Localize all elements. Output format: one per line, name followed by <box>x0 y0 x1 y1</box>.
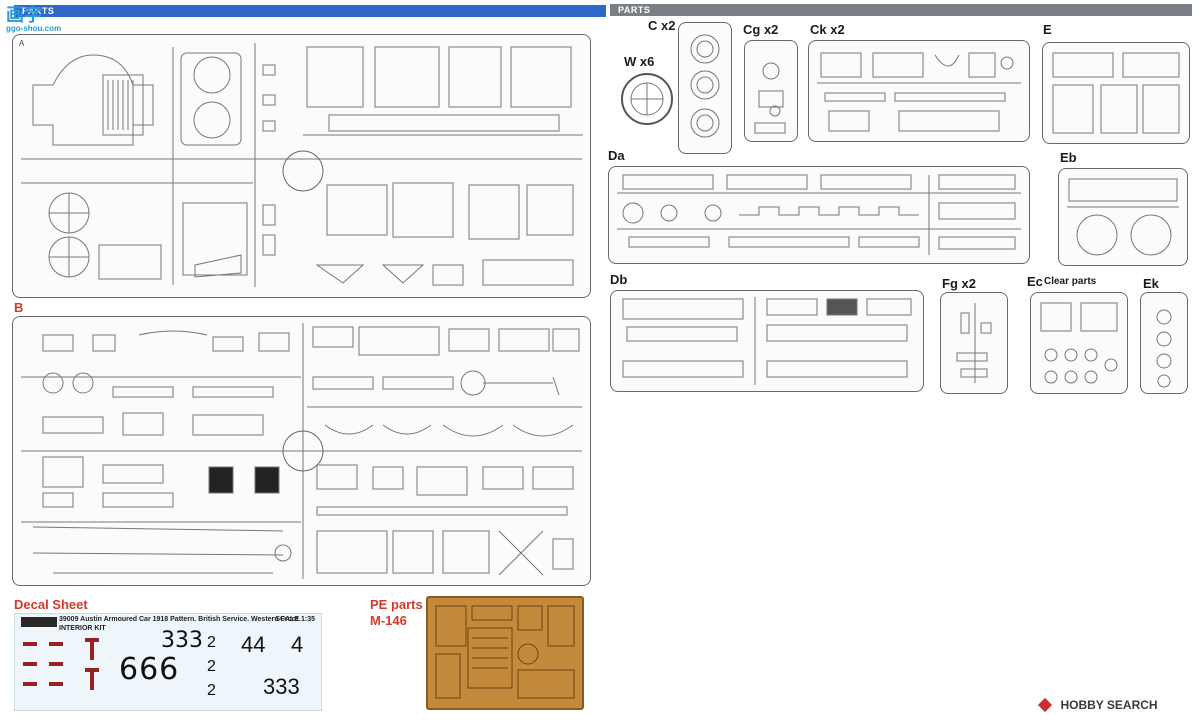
decal-header: 39009 Austin Armoured Car 1918 Pattern. … <box>59 616 301 623</box>
decal-number-2c: 2 <box>207 682 216 699</box>
sprue-cg-frame <box>744 40 798 142</box>
sprue-cg-label: Cg x2 <box>743 22 779 37</box>
decal-number-2a: 2 <box>207 634 216 651</box>
sprue-db-frame <box>610 290 924 392</box>
parts-header-left: PARTS <box>14 5 606 17</box>
hobby-search-text: HOBBY SEARCH <box>1060 697 1158 712</box>
sprue-ck-frame <box>808 40 1030 142</box>
sprue-w-label: W x6 <box>624 54 655 69</box>
sprue-db-drawing <box>622 297 912 385</box>
decal-subheader: INTERIOR KIT <box>59 625 106 632</box>
decal-sheet-title: Decal Sheet <box>14 597 88 612</box>
sprue-ck-drawing <box>817 52 1021 132</box>
sprue-eb-label: Eb <box>1060 150 1077 165</box>
sprue-ec-label: Ec <box>1027 274 1043 289</box>
sprue-c-drawing <box>690 34 720 138</box>
sprue-fg-frame <box>940 292 1008 394</box>
hobby-search-icon <box>1037 697 1053 712</box>
sprue-a-frame: A <box>12 34 591 298</box>
sprue-da-frame <box>608 166 1030 264</box>
sprue-ek-drawing <box>1156 309 1172 388</box>
sprue-eb-drawing <box>1067 178 1179 256</box>
decal-number-44: 44 <box>241 632 266 657</box>
sprue-ek-label: Ek <box>1143 276 1159 291</box>
decal-sheet: 39009 Austin Armoured Car 1918 Pattern. … <box>14 613 322 711</box>
sprue-b-frame <box>12 316 591 586</box>
sprue-db-label: Db <box>610 272 628 287</box>
sprue-b-drawing <box>21 323 582 579</box>
sprue-b-label: B <box>14 300 24 315</box>
sprue-da-drawing <box>617 174 1021 255</box>
sprue-da-label: Da <box>608 148 625 163</box>
sprue-c-frame <box>678 22 732 154</box>
sprue-e-frame <box>1042 42 1190 144</box>
decal-number-666: 666 <box>119 652 180 687</box>
sprue-cg-drawing <box>754 62 786 134</box>
watermark-logo: 画字 ggo-shou.com <box>6 6 68 36</box>
pe-parts-code: M-146 <box>370 613 407 628</box>
sprue-w-wheel <box>621 73 673 125</box>
parts-header-right: PARTS <box>610 4 1192 16</box>
sprue-e-label: E <box>1043 22 1052 37</box>
pe-parts-title: PE parts <box>370 597 423 612</box>
watermark-logo-text: 画字 <box>6 5 42 25</box>
sprue-ck-label: Ck x2 <box>810 22 845 37</box>
decal-number-333-circled: 333 <box>263 674 300 699</box>
sprue-ec-sublabel: Clear parts <box>1044 276 1097 287</box>
decal-brand-logo <box>21 617 57 627</box>
decal-number-2b: 2 <box>207 658 216 675</box>
sprue-fg-drawing <box>956 303 992 383</box>
sprue-ec-frame <box>1030 292 1128 394</box>
sprue-fg-label: Fg x2 <box>942 276 976 291</box>
parts-header-right-label: PARTS <box>618 5 651 15</box>
decal-scale: SCALE 1:35 <box>275 616 315 623</box>
pe-fret <box>426 596 584 710</box>
sprue-a-drawing <box>21 43 583 287</box>
hobby-search-watermark: HOBBY SEARCH <box>1037 696 1196 716</box>
sprue-ec-drawing <box>1040 302 1118 384</box>
decal-number-4: 4 <box>291 632 304 657</box>
parts-header-left-label: PARTS <box>22 6 55 16</box>
sprue-eb-frame <box>1058 168 1188 266</box>
sprue-c-label: C x2 <box>648 18 676 33</box>
pe-fret-drawing <box>435 605 575 699</box>
sprue-e-drawing <box>1052 52 1180 134</box>
watermark-logo-url: ggo-shou.com <box>6 24 62 33</box>
sprue-ek-frame <box>1140 292 1188 394</box>
decal-number-333: 333 <box>161 628 203 653</box>
